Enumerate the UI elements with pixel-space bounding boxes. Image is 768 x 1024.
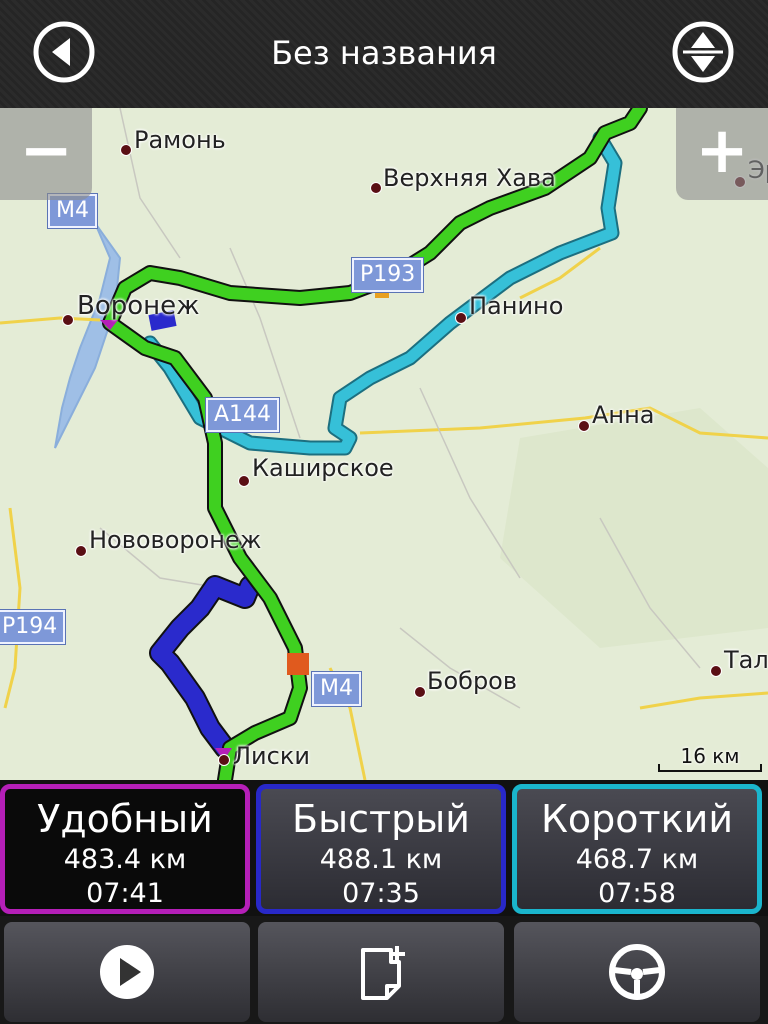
route-distance: 488.1 км	[319, 844, 443, 875]
route-options: Удобный 483.4 км 07:41 Быстрый 488.1 км …	[0, 780, 768, 916]
route-map[interactable]: Рамонь Верхняя Хава Воронеж Панино Анна …	[0, 108, 768, 780]
add-note-icon	[361, 946, 405, 1000]
place-kashirskoe: Каширское	[252, 454, 394, 482]
map-scale: 16 км	[658, 744, 762, 772]
route-option-short[interactable]: Короткий 468.7 км 07:58	[512, 784, 762, 914]
place-dot	[710, 665, 722, 677]
route-name: Удобный	[37, 797, 213, 841]
route-distance: 483.4 км	[63, 844, 187, 875]
scale-bar	[658, 764, 762, 772]
place-dot	[120, 144, 132, 156]
fast-route-line	[151, 577, 259, 757]
page-title: Без названия	[271, 34, 497, 72]
traffic-segment	[287, 653, 309, 675]
road-shield-r193: Р193	[352, 258, 424, 292]
place-dot	[414, 686, 426, 698]
header-bar: Без названия	[0, 0, 768, 108]
route-option-fast[interactable]: Быстрый 488.1 км 07:35	[256, 784, 506, 914]
road-shield-r194: Р194	[0, 610, 66, 644]
place-liski: Лиски	[233, 742, 310, 770]
route-time: 07:41	[86, 878, 164, 909]
place-tal: Тал	[724, 646, 768, 674]
place-ramon: Рамонь	[134, 126, 226, 154]
route-name: Быстрый	[292, 797, 470, 841]
place-bobrov: Бобров	[427, 667, 518, 695]
route-time: 07:58	[598, 878, 676, 909]
place-dot	[455, 312, 467, 324]
add-waypoint-button[interactable]	[258, 922, 504, 1022]
route-distance: 468.7 км	[575, 844, 699, 875]
place-dot	[62, 314, 74, 326]
place-dot	[75, 545, 87, 557]
plus-icon: +	[695, 114, 749, 188]
bottom-toolbar	[0, 916, 768, 1024]
play-icon	[100, 945, 154, 999]
zoom-in-button[interactable]: +	[676, 108, 768, 200]
steering-wheel-icon	[609, 944, 665, 1000]
place-panino: Панино	[469, 292, 564, 320]
route-option-comfortable[interactable]: Удобный 483.4 км 07:41	[0, 784, 250, 914]
place-anna: Анна	[592, 401, 655, 429]
map-area	[500, 408, 768, 648]
place-dot	[578, 420, 590, 432]
place-dot	[238, 475, 250, 487]
route-name: Короткий	[540, 797, 734, 841]
map-canvas	[0, 108, 768, 780]
drive-mode-button[interactable]	[514, 922, 760, 1022]
start-navigation-button[interactable]	[4, 922, 250, 1022]
road-shield-a144: А144	[206, 398, 280, 432]
place-verkhnyaya-khava: Верхняя Хава	[383, 164, 556, 192]
road-shield-m4: М4	[312, 672, 361, 706]
route-time: 07:35	[342, 878, 420, 909]
route-options-button[interactable]	[671, 20, 735, 84]
up-down-arrows-icon	[672, 21, 734, 83]
reservoir-water	[54, 222, 122, 449]
place-dot	[218, 754, 230, 766]
place-voronezh: Воронеж	[77, 291, 200, 321]
place-dot	[370, 182, 382, 194]
zoom-out-button[interactable]: −	[0, 108, 92, 200]
place-novovoronezh: Нововоронеж	[89, 526, 262, 554]
minus-icon: −	[19, 114, 73, 188]
